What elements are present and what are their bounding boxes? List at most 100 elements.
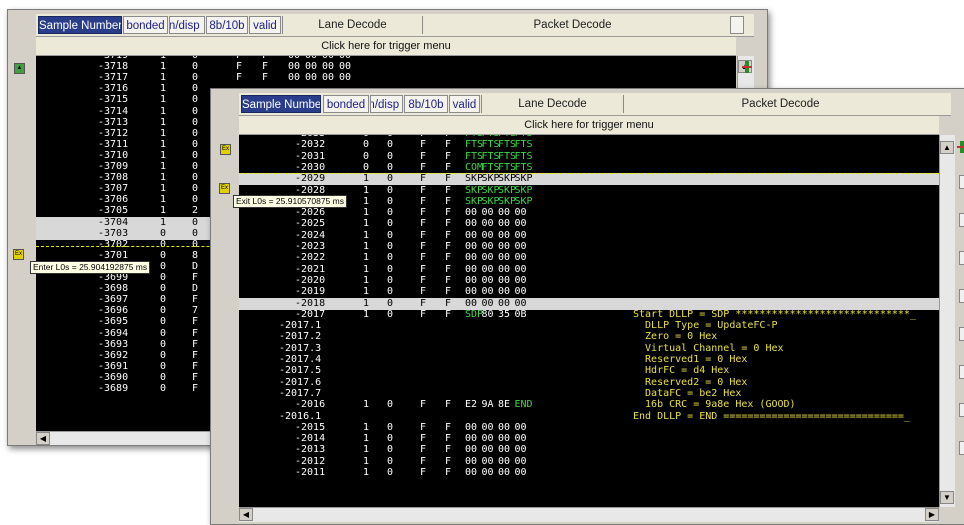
side-toggle-button[interactable] (959, 213, 964, 227)
column-valid[interactable]: valid (249, 16, 281, 34)
valid-cell: F (445, 139, 452, 151)
column-8b10b[interactable]: 8b/10b (404, 95, 448, 113)
table-row[interactable]: -2015 1 0 F F 00 00 00 00 (239, 422, 939, 434)
lane-decode-cell: 00 (481, 207, 494, 219)
table-row[interactable]: -2017.1 DLLP Type = UpdateFC-P (239, 320, 939, 332)
arrow-left-icon[interactable]: ◀ (36, 432, 50, 445)
sample-number-cell: -2022 (295, 252, 326, 264)
sample-number-cell: -2014 (295, 433, 326, 445)
lane-decode-cell: 00 (481, 229, 494, 241)
table-row[interactable]: -2012 1 0 F F 00 00 00 00 (239, 456, 939, 468)
side-toggle-button[interactable] (959, 175, 964, 189)
column-disparity[interactable]: in/disp (169, 16, 205, 34)
trigger-marker-icon[interactable]: Ex (219, 183, 230, 194)
arrow-right-icon[interactable]: ▶ (925, 508, 939, 521)
lane-decode-cell: SKP (481, 184, 500, 196)
table-row[interactable]: -2021 1 0 F F 00 00 00 00 (239, 264, 939, 276)
arrow-left-icon[interactable]: ◀ (239, 508, 253, 521)
table-row[interactable]: -2017.4 Reserved1 = 0 Hex (239, 354, 939, 366)
8b10b-cell: F (420, 308, 427, 320)
column-disparity[interactable]: in/disp (370, 95, 403, 113)
disparity-cell: 0 (387, 207, 394, 219)
column-gripper-icon[interactable] (742, 60, 752, 73)
lane-decode-cell: 35 (498, 308, 511, 320)
column-8b10b[interactable]: 8b/10b (206, 16, 248, 34)
table-row[interactable]: -2017 1 0 F F SDP 80 35 0B Start DLLP = SDP *****… (239, 309, 939, 321)
arrow-down-icon[interactable]: ▼ (940, 491, 954, 504)
valid-cell: F (445, 297, 452, 309)
table-row[interactable]: -2013 1 0 F F 00 00 00 00 (239, 444, 939, 456)
side-toggle-button[interactable] (959, 289, 964, 303)
table-row[interactable]: -2014 1 0 F F 00 00 00 00 (239, 433, 939, 445)
table-row[interactable]: -2024 1 0 F F 00 00 00 00 (239, 230, 939, 242)
trigger-menu-bar[interactable]: Click here for trigger menu (239, 116, 939, 135)
disparity-cell: 0 (387, 421, 394, 433)
table-row[interactable]: -2018 1 0 F F 00 00 00 00 (239, 297, 939, 310)
trigger-menu-bar[interactable]: Click here for trigger menu (36, 37, 736, 56)
side-toggle-button[interactable] (959, 441, 964, 455)
lane-decode-cell: FTS (514, 150, 533, 162)
table-row[interactable]: -2023 1 0 F F 00 00 00 00 (239, 241, 939, 253)
lane-decode-cell: 00 (498, 467, 511, 478)
lane-decode-cell: 00 (481, 252, 494, 264)
table-row[interactable]: -2016 1 0 F F E2 9A 8E END 16b CRC = 9a8e Hex (G… (239, 399, 939, 411)
bonded-cell: 1 (363, 252, 370, 264)
table-row[interactable]: -2026 1 0 F F 00 00 00 00 (239, 207, 939, 219)
lane-decode-cell: 00 (465, 241, 478, 252)
column-packet-decode[interactable]: Packet Decode (623, 95, 937, 113)
side-toggle-button[interactable] (959, 365, 964, 379)
horizontal-scrollbar[interactable]: ◀ ▶ (239, 507, 939, 522)
table-row[interactable]: -2017.5 HdrFC = d4 Hex (239, 365, 939, 377)
column-bonded[interactable]: bonded (123, 16, 168, 34)
column-sample-number[interactable]: Sample Number (38, 16, 122, 34)
8b10b-cell: F (420, 433, 427, 445)
sample-number-cell: -2017.6 (279, 376, 322, 388)
sample-number-cell: -2015 (295, 421, 326, 433)
sample-number-cell: -2017.7 (279, 387, 322, 399)
side-toggle-button[interactable] (959, 251, 964, 265)
packet-decode-cell: HdrFC = d4 Hex (633, 365, 730, 377)
8b10b-cell: F (420, 241, 427, 252)
valid-cell: F (445, 399, 452, 411)
sample-number-cell: -2013 (295, 444, 326, 456)
column-valid[interactable]: valid (449, 95, 480, 113)
table-row[interactable]: -2016.1 End DLLP = END ==================… (239, 411, 939, 423)
packet-decode-cell: Start DLLP = SDP ***********************… (633, 308, 916, 320)
table-row[interactable]: -2020 1 0 F F 00 00 00 00 (239, 275, 939, 287)
trigger-marker-icon[interactable]: ▲ (14, 63, 25, 74)
column-lane-decode[interactable]: Lane Decode (481, 95, 623, 113)
table-row[interactable]: -2017.7 DataFC = be2 Hex (239, 388, 939, 400)
lane-decode-cell: 00 (481, 263, 494, 275)
table-row[interactable]: -2022 1 0 F F 00 00 00 00 (239, 252, 939, 264)
table-row[interactable]: -2017.2 Zero = 0 Hex (239, 331, 939, 343)
table-row[interactable]: -2029 1 0 F F SKP SKP SKP SKP (239, 173, 939, 186)
disparity-cell: 0 (387, 229, 394, 241)
column-sample-number[interactable]: Sample Number (241, 95, 321, 113)
disparity-cell: F (192, 383, 199, 394)
trigger-marker-icon[interactable]: Ex (13, 249, 24, 260)
table-row[interactable]: -2019 1 0 F F 00 00 00 00 (239, 286, 939, 298)
side-toggle-button[interactable] (959, 327, 964, 341)
table-row[interactable]: -2025 1 0 F F 00 00 00 00 (239, 218, 939, 230)
column-gripper-icon[interactable] (957, 140, 964, 153)
column-bonded[interactable]: bonded (323, 95, 369, 113)
table-row[interactable]: -2011 1 0 F F 00 00 00 00 (239, 467, 939, 479)
table-row[interactable]: -2031 0 0 F F FTS FTS FTS FTS (239, 151, 939, 163)
vertical-scrollbar[interactable]: ▲ ▼ (939, 135, 956, 507)
lane-decode-cell: 00 (481, 297, 494, 309)
lane-decode-cell: 00 (498, 274, 511, 286)
lane-decode-cell: 00 (465, 421, 478, 433)
trigger-marker-icon[interactable]: Ex (220, 144, 231, 155)
column-blank[interactable] (730, 16, 744, 34)
table-row[interactable]: -2032 0 0 F F FTS FTS FTS FTS (239, 139, 939, 151)
side-toggle-button[interactable] (959, 403, 964, 417)
lane-decode-cell: 9A (481, 399, 494, 411)
table-row[interactable]: -2017.3 Virtual Channel = 0 Hex (239, 343, 939, 355)
disparity-cell: 0 (387, 139, 394, 151)
lane-decode-cell: E2 (465, 399, 478, 411)
column-lane-decode[interactable]: Lane Decode (282, 16, 422, 34)
column-packet-decode[interactable]: Packet Decode (422, 16, 722, 34)
table-row[interactable]: -2017.6 Reserved2 = 0 Hex (239, 377, 939, 389)
arrow-up-icon[interactable]: ▲ (940, 141, 954, 154)
bonded-cell: 1 (363, 308, 370, 320)
